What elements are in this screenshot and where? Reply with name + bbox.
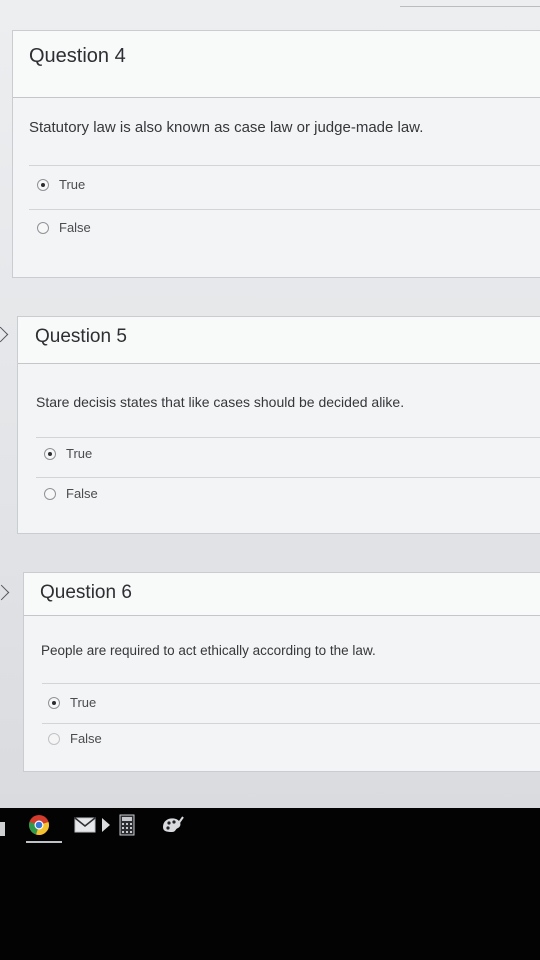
question-text-4: Statutory law is also known as case law … [29, 119, 424, 136]
option-false-4[interactable]: False [37, 220, 91, 235]
option-label: True [66, 446, 93, 461]
calculator-icon[interactable] [119, 814, 135, 841]
radio-icon[interactable] [44, 487, 56, 500]
question-card-5: Question 5 Stare decisis states that lik… [17, 316, 540, 534]
option-label: False [70, 731, 102, 746]
chevron-right-icon[interactable] [0, 584, 10, 601]
chrome-icon[interactable] [28, 814, 50, 841]
option-divider [29, 209, 540, 210]
option-true-5[interactable]: True [44, 446, 92, 461]
option-divider [42, 723, 540, 724]
quiz-screen: Question 4 Statutory law is also known a… [0, 0, 540, 808]
radio-selected-icon[interactable] [37, 178, 49, 191]
option-label: False [66, 486, 98, 501]
option-label: True [70, 695, 97, 710]
radio-selected-icon[interactable] [48, 696, 60, 709]
question-header-5: Question 5 [18, 317, 540, 364]
active-app-underline [26, 841, 62, 843]
question-text-5: Stare decisis states that like cases sho… [36, 394, 405, 410]
option-true-6[interactable]: True [48, 695, 96, 710]
question-title-4: Question 4 [29, 45, 126, 67]
top-divider [400, 6, 540, 7]
option-divider [29, 165, 540, 166]
option-true-4[interactable]: True [37, 177, 85, 192]
question-header-4: Question 4 [13, 31, 540, 98]
question-card-6: Question 6 People are required to act et… [23, 572, 540, 772]
option-divider [36, 477, 540, 478]
paint-icon[interactable] [160, 815, 184, 840]
option-false-6[interactable]: False [48, 731, 102, 746]
option-divider [42, 683, 540, 684]
chevron-right-icon[interactable] [0, 326, 9, 343]
option-label: False [59, 220, 91, 235]
question-header-6: Question 6 [24, 573, 540, 616]
taskbar [0, 808, 540, 960]
mail-icon[interactable] [74, 817, 96, 838]
option-label: True [59, 177, 86, 192]
media-icon[interactable] [100, 816, 112, 839]
radio-icon[interactable] [37, 221, 49, 234]
option-divider [36, 437, 540, 438]
question-text-6: People are required to act ethically acc… [41, 643, 376, 658]
taskbar-edge-marker [0, 822, 5, 836]
question-title-6: Question 6 [40, 582, 132, 603]
question-title-5: Question 5 [35, 326, 127, 347]
question-card-4: Question 4 Statutory law is also known a… [12, 30, 540, 278]
radio-selected-icon[interactable] [44, 447, 56, 460]
option-false-5[interactable]: False [44, 486, 98, 501]
radio-icon[interactable] [48, 732, 60, 745]
